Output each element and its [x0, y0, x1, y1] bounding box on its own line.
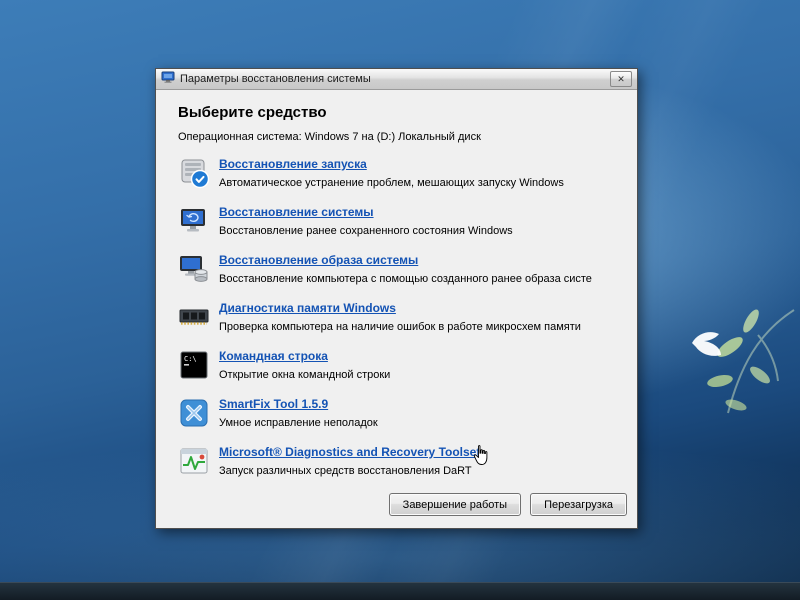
- command-prompt-description: Открытие окна командной строки: [219, 369, 390, 381]
- system-restore-description: Восстановление ранее сохраненного состоя…: [219, 225, 513, 237]
- memory-diagnostic-description: Проверка компьютера на наличие ошибок в …: [219, 321, 581, 333]
- tool-item-smartfix: SmartFix Tool 1.5.9 Умное исправление не…: [178, 397, 627, 429]
- tool-item-memory-diagnostic: Диагностика памяти Windows Проверка комп…: [178, 301, 627, 333]
- memory-diagnostic-icon: [178, 301, 210, 333]
- command-prompt-link[interactable]: Командная строка: [219, 349, 328, 363]
- shutdown-button[interactable]: Завершение работы: [389, 493, 521, 516]
- tool-item-command-prompt: C:\ Командная строка Открытие окна коман…: [178, 349, 627, 381]
- dialog-body: Выберите средство Операционная система: …: [156, 90, 637, 528]
- tool-item-system-image-recovery: Восстановление образа системы Восстановл…: [178, 253, 627, 285]
- startup-repair-link[interactable]: Восстановление запуска: [219, 157, 367, 171]
- startup-repair-icon: [178, 157, 210, 189]
- page-title: Выберите средство: [178, 104, 627, 121]
- system-image-recovery-link[interactable]: Восстановление образа системы: [219, 253, 418, 267]
- system-image-recovery-icon: [178, 253, 210, 285]
- dart-link[interactable]: Microsoft® Diagnostics and Recovery Tool…: [219, 445, 480, 459]
- dialog-footer: Завершение работы Перезагрузка: [178, 493, 627, 518]
- tool-item-dart: Microsoft® Diagnostics and Recovery Tool…: [178, 445, 627, 477]
- recovery-monitor-icon: [161, 70, 175, 89]
- memory-diagnostic-link[interactable]: Диагностика памяти Windows: [219, 301, 396, 315]
- dialog-title: Параметры восстановления системы: [180, 73, 371, 85]
- dart-description: Запуск различных средств восстановления …: [219, 465, 480, 477]
- svg-text:C:\: C:\: [184, 355, 197, 363]
- bottom-dark-band: [0, 582, 800, 600]
- smartfix-link[interactable]: SmartFix Tool 1.5.9: [219, 397, 328, 411]
- tool-list: Восстановление запуска Автоматическое ус…: [178, 157, 627, 477]
- smartfix-icon: [178, 397, 210, 429]
- command-prompt-icon: C:\: [178, 349, 210, 381]
- desktop: Параметры восстановления системы ✕ Выбер…: [0, 0, 800, 600]
- smartfix-description: Умное исправление неполадок: [219, 417, 378, 429]
- system-recovery-dialog: Параметры восстановления системы ✕ Выбер…: [155, 68, 638, 529]
- restart-button[interactable]: Перезагрузка: [530, 493, 627, 516]
- dialog-titlebar[interactable]: Параметры восстановления системы ✕: [156, 69, 637, 90]
- system-restore-icon: [178, 205, 210, 237]
- tool-item-startup-repair: Восстановление запуска Автоматическое ус…: [178, 157, 627, 189]
- dart-icon: [178, 445, 210, 477]
- close-icon[interactable]: ✕: [610, 71, 632, 87]
- system-restore-link[interactable]: Восстановление системы: [219, 205, 374, 219]
- tool-item-system-restore: Восстановление системы Восстановление ра…: [178, 205, 627, 237]
- system-image-recovery-description: Восстановление компьютера с помощью созд…: [219, 273, 592, 285]
- startup-repair-description: Автоматическое устранение проблем, мешаю…: [219, 177, 564, 189]
- os-info: Операционная система: Windows 7 на (D:) …: [178, 131, 627, 143]
